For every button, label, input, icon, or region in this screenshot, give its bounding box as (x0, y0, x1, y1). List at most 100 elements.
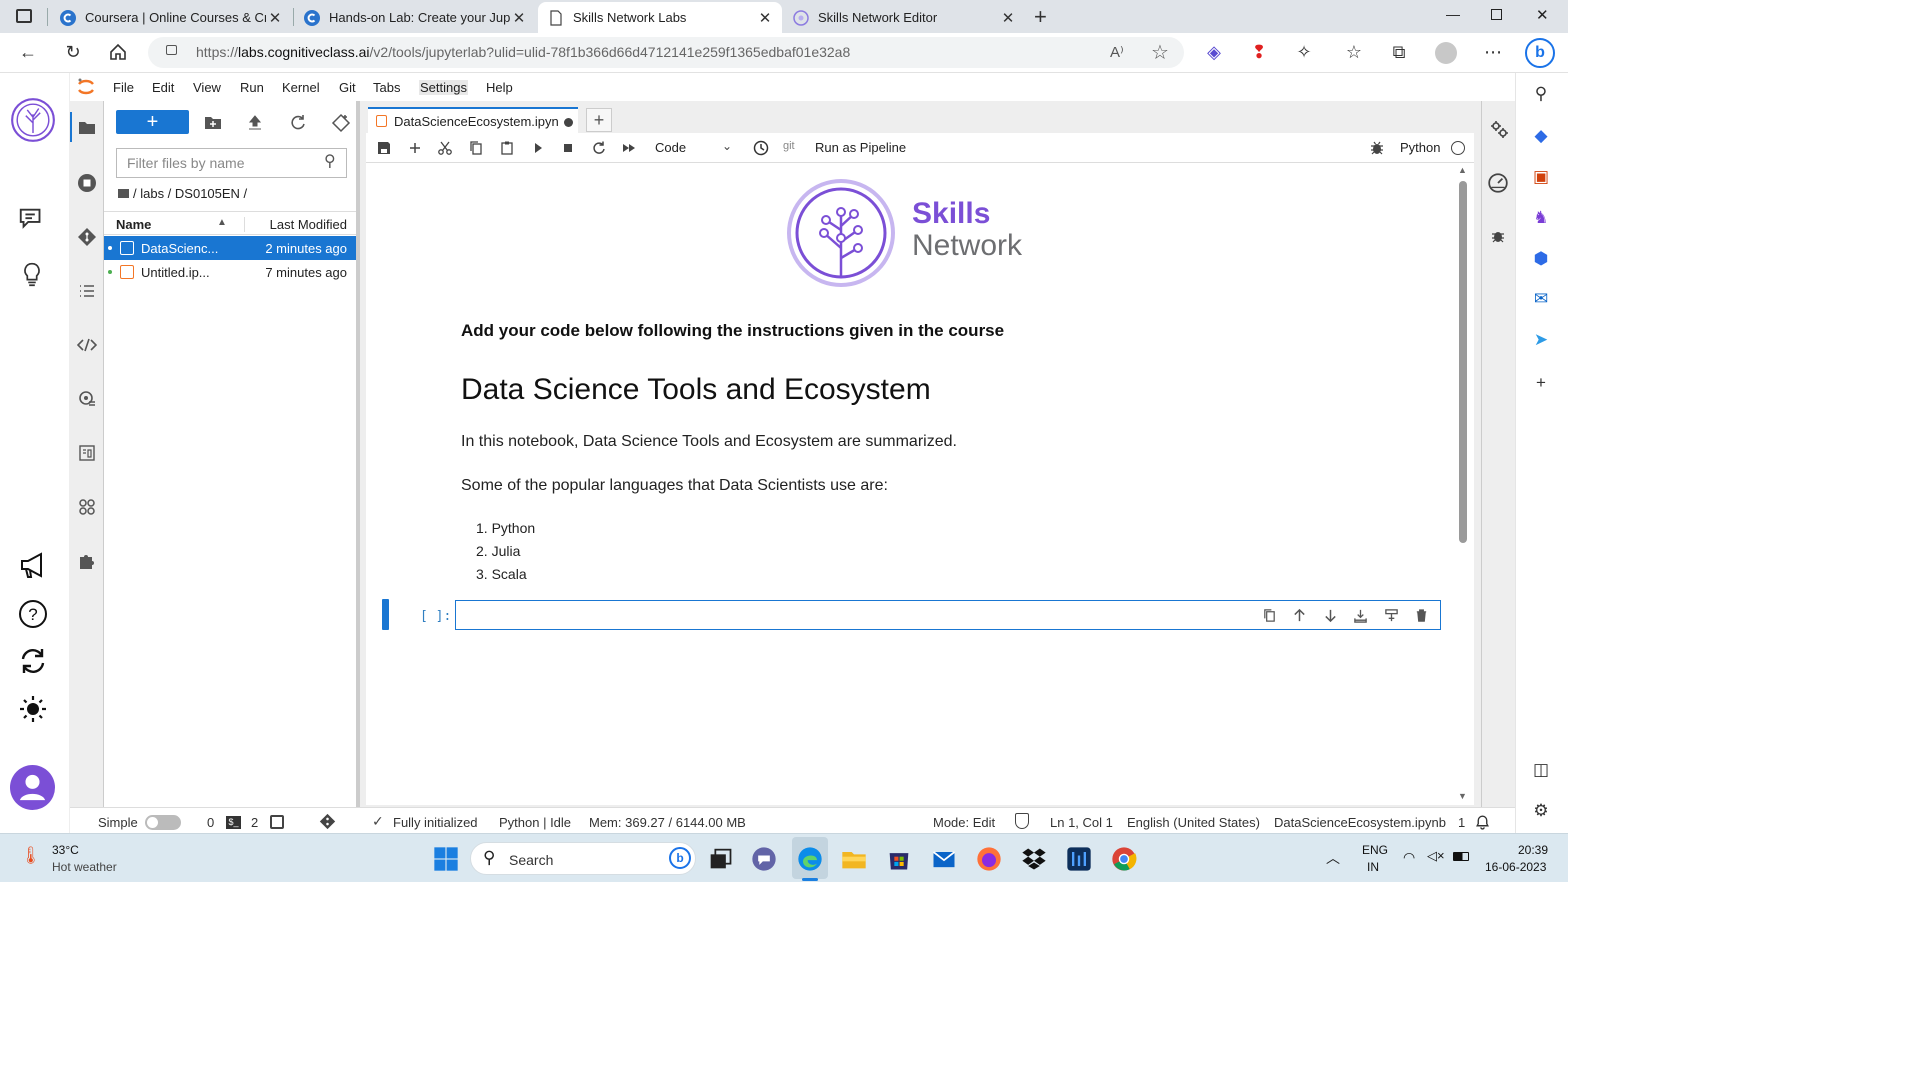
task-view-icon[interactable] (706, 845, 734, 873)
extensions-puzzle-icon[interactable]: ✧ (1293, 41, 1315, 63)
code-cell-input[interactable] (455, 600, 1441, 630)
favorite-star-icon[interactable]: ☆ (1151, 40, 1169, 65)
chevron-up-icon[interactable]: ︿ (1326, 848, 1340, 868)
extension-icon[interactable]: ◈ (1203, 41, 1225, 63)
weather-thermometer-icon[interactable]: 🌡 (20, 846, 42, 866)
battery-icon[interactable] (1453, 852, 1469, 861)
scrollbar-track[interactable]: ▲ ▼ (1456, 163, 1470, 805)
extension-red-icon[interactable]: ❢ (1248, 41, 1270, 63)
property-inspector-gears-icon[interactable] (1489, 119, 1509, 139)
unsaved-dot-icon[interactable] (564, 118, 573, 127)
debugger-bug-icon[interactable] (1369, 140, 1385, 156)
vpn-app-icon[interactable] (1065, 845, 1093, 873)
clock-icon[interactable] (753, 140, 769, 156)
favorites-icon[interactable]: ☆ (1343, 41, 1365, 63)
menu-settings[interactable]: Settings (419, 80, 468, 95)
breadcrumb-path[interactable]: / labs / DS0105EN / (133, 186, 247, 201)
restore-icon[interactable] (1491, 9, 1502, 20)
save-icon[interactable] (376, 140, 392, 156)
mail-icon[interactable] (930, 845, 958, 873)
column-modified-header[interactable]: Last Modified (244, 217, 347, 232)
new-folder-icon[interactable] (203, 113, 223, 133)
insert-cell-icon[interactable] (407, 140, 423, 156)
tools-briefcase-icon[interactable]: ▣ (1530, 166, 1552, 188)
property-inspector-icon[interactable] (77, 389, 97, 409)
menu-edit[interactable]: Edit (152, 80, 174, 95)
firefox-icon[interactable] (975, 845, 1003, 873)
user-avatar-icon[interactable] (10, 765, 55, 810)
help-icon[interactable]: ? (17, 598, 49, 630)
collections-icon[interactable]: ⧉ (1388, 41, 1410, 63)
insert-above-icon[interactable] (1353, 608, 1368, 623)
add-icon[interactable]: + (1530, 372, 1552, 394)
scrollbar-thumb[interactable] (1459, 181, 1467, 543)
running-stop-icon[interactable] (77, 173, 97, 193)
browser-tab-coursera[interactable]: Coursera | Online Courses & Cre ✕ (50, 2, 292, 33)
new-tab-icon[interactable]: + (1034, 4, 1047, 30)
url-field[interactable]: https://labs.cognitiveclass.ai/v2/tools/… (148, 37, 1184, 68)
column-name-header[interactable]: Name (116, 217, 151, 232)
menu-view[interactable]: View (193, 80, 221, 95)
extension-manager-puzzle-icon[interactable] (77, 551, 97, 571)
office-icon[interactable]: ⬢ (1530, 248, 1552, 270)
menu-run[interactable]: Run (240, 80, 264, 95)
file-explorer-icon[interactable] (840, 845, 868, 873)
taskbar-search-box[interactable]: ⚲ Search b (470, 842, 696, 875)
refresh-icon[interactable]: ↻ (62, 41, 84, 63)
menu-tabs[interactable]: Tabs (373, 80, 400, 95)
restart-icon[interactable] (591, 140, 607, 156)
element-inspector-icon[interactable] (77, 443, 97, 463)
edge-browser-icon[interactable] (796, 845, 824, 873)
input-language-2[interactable]: IN (1367, 860, 1379, 874)
close-tab-icon[interactable]: ✕ (756, 9, 774, 27)
search-icon[interactable]: ⚲ (1530, 83, 1552, 105)
simple-mode-toggle[interactable] (145, 815, 181, 830)
code-snippets-icon[interactable] (77, 335, 97, 355)
git-clone-icon[interactable] (331, 113, 351, 133)
run-icon[interactable] (530, 140, 546, 156)
refresh-files-icon[interactable] (288, 113, 308, 133)
outlook-icon[interactable]: ✉ (1530, 288, 1552, 310)
windows-start-icon[interactable] (432, 845, 460, 873)
git-label[interactable]: git (783, 140, 795, 152)
move-down-icon[interactable] (1323, 608, 1338, 623)
weather-temp[interactable]: 33°C (52, 843, 79, 857)
file-row[interactable]: Untitled.ip... 7 minutes ago (104, 260, 356, 284)
trust-shield-icon[interactable] (1015, 813, 1029, 829)
menu-file[interactable]: File (113, 80, 134, 95)
clock-time[interactable]: 20:39 (1518, 843, 1548, 857)
paste-icon[interactable] (499, 140, 515, 156)
cursor-position[interactable]: Ln 1, Col 1 (1050, 815, 1113, 830)
shopping-tag-icon[interactable]: ◆ (1530, 125, 1552, 147)
theme-brightness-icon[interactable] (17, 693, 49, 725)
read-aloud-icon[interactable]: A⁾ (1110, 43, 1124, 61)
kernel-count[interactable]: 0 (207, 815, 214, 830)
upload-icon[interactable] (245, 113, 265, 133)
debugger-bug-icon[interactable] (1490, 228, 1506, 244)
chevron-down-icon[interactable]: ⌄ (722, 139, 732, 153)
input-language-1[interactable]: ENG (1362, 843, 1388, 857)
lock-icon[interactable] (166, 45, 177, 55)
megaphone-icon[interactable] (17, 549, 49, 581)
teams-chat-icon[interactable] (750, 845, 778, 873)
chrome-icon[interactable] (1110, 845, 1138, 873)
menu-kernel[interactable]: Kernel (282, 80, 320, 95)
scroll-down-icon[interactable]: ▼ (1458, 791, 1467, 801)
telegram-icon[interactable]: ➤ (1530, 329, 1552, 351)
notification-count[interactable]: 1 (1458, 815, 1465, 830)
weather-desc[interactable]: Hot weather (52, 860, 117, 874)
sort-ascending-icon[interactable]: ▲ (217, 217, 227, 228)
new-launcher-button[interactable]: + (116, 110, 189, 134)
wifi-icon[interactable]: ◠ (1403, 849, 1415, 866)
resource-usage-gauge-icon[interactable] (1487, 172, 1509, 194)
new-tab-icon[interactable]: + (586, 108, 612, 132)
spell-language[interactable]: English (United States) (1127, 815, 1260, 830)
notebook-tab[interactable]: DataScienceEcosystem.ipyn (368, 107, 578, 134)
back-icon[interactable]: ← (17, 41, 39, 63)
sidebar-toggle-icon[interactable]: ◫ (1530, 759, 1552, 781)
notification-bell-icon[interactable] (1474, 813, 1491, 830)
skills-network-logo-icon[interactable] (10, 97, 56, 143)
run-all-icon[interactable] (621, 140, 637, 156)
menu-git[interactable]: Git (339, 80, 356, 95)
duplicate-cell-icon[interactable] (1262, 608, 1277, 623)
